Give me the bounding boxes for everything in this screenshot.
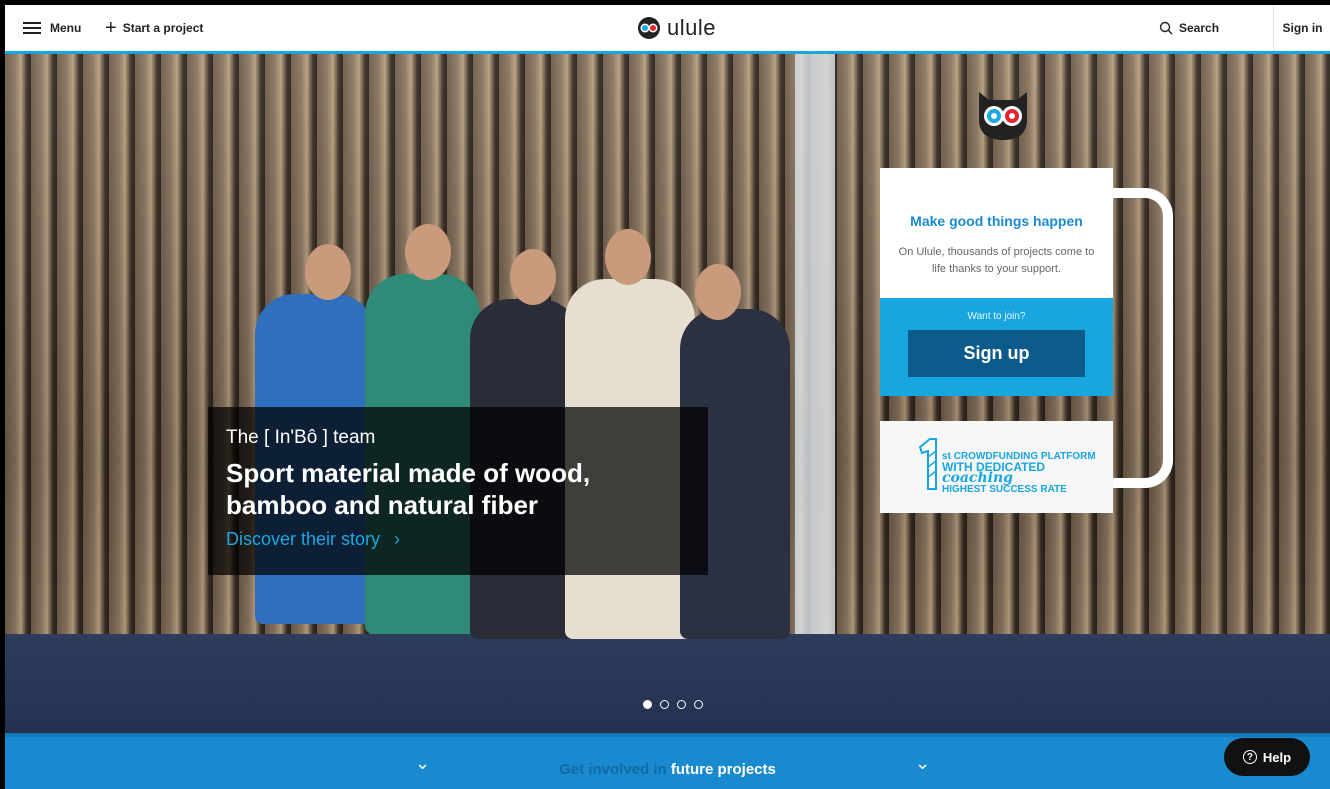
start-project-button[interactable]: + Start a project [105, 5, 203, 51]
hero-carousel: The [ In'Bô ] team Sport material made o… [5, 54, 1330, 733]
hamburger-icon [23, 22, 41, 34]
chevron-right-icon: › [394, 529, 401, 549]
carousel-indicators [643, 700, 703, 709]
help-label: Help [1262, 749, 1292, 765]
badge-line-3: HIGHEST SUCCESS RATE [942, 484, 1067, 495]
future-projects-bar[interactable]: ⌄ Get involved in future projects ⌄ [5, 733, 1330, 789]
menu-label: Menu [50, 21, 82, 35]
help-button[interactable]: ? Help [1224, 738, 1310, 776]
question-icon: ? [1242, 750, 1257, 764]
plus-icon: + [105, 17, 117, 39]
future-projects-strong: future projects [670, 761, 776, 778]
menu-button[interactable]: Menu [23, 5, 81, 51]
coaching-badge: st CROWDFUNDING PLATFORM WITH DEDICATED … [880, 421, 1113, 513]
signin-label: Sign in [1282, 21, 1323, 35]
badge-text: st CROWDFUNDING PLATFORM WITH DEDICATED … [942, 451, 1113, 495]
join-prompt: Want to join? [967, 311, 1026, 322]
project-title: Sport material made of wood, bamboo and … [226, 458, 591, 520]
signup-button[interactable]: Sign up [908, 330, 1085, 377]
number-one-icon [918, 438, 937, 490]
search-icon [1159, 21, 1173, 35]
discover-story-link[interactable]: Discover their story › [226, 529, 690, 550]
carousel-dot-2[interactable] [660, 700, 669, 709]
search-button[interactable]: Search [1159, 5, 1219, 51]
future-projects-text: Get involved in future projects [5, 761, 1330, 778]
top-navigation: Menu + Start a project ulule Search Sign… [5, 5, 1330, 54]
featured-project-panel: The [ In'Bô ] team Sport material made o… [208, 407, 708, 575]
search-label: Search [1179, 21, 1220, 35]
signup-card: Make good things happen On Ulule, thousa… [880, 168, 1113, 396]
carousel-dot-4[interactable] [694, 700, 703, 709]
discover-story-label: Discover their story [226, 529, 381, 549]
signin-button[interactable]: Sign in [1273, 5, 1330, 51]
ulule-logo[interactable]: ulule [637, 13, 716, 43]
owl-logo-icon [638, 17, 660, 39]
start-project-label: Start a project [122, 21, 204, 35]
owl-mascot-icon [979, 92, 1027, 140]
chevron-down-icon: ⌄ [915, 753, 931, 773]
signup-card-title: Make good things happen [910, 213, 1083, 229]
signup-card-subtitle: On Ulule, thousands of projects come to … [898, 246, 1095, 275]
project-team: The [ In'Bô ] team [226, 427, 376, 448]
carousel-dot-1[interactable] [643, 700, 652, 709]
signup-card-cta-area: Want to join? Sign up [880, 298, 1113, 396]
carousel-dot-3[interactable] [677, 700, 686, 709]
mug-handle-graphic [1113, 188, 1173, 488]
logo-text: ulule [667, 15, 716, 40]
future-projects-muted: Get involved in [559, 761, 667, 778]
